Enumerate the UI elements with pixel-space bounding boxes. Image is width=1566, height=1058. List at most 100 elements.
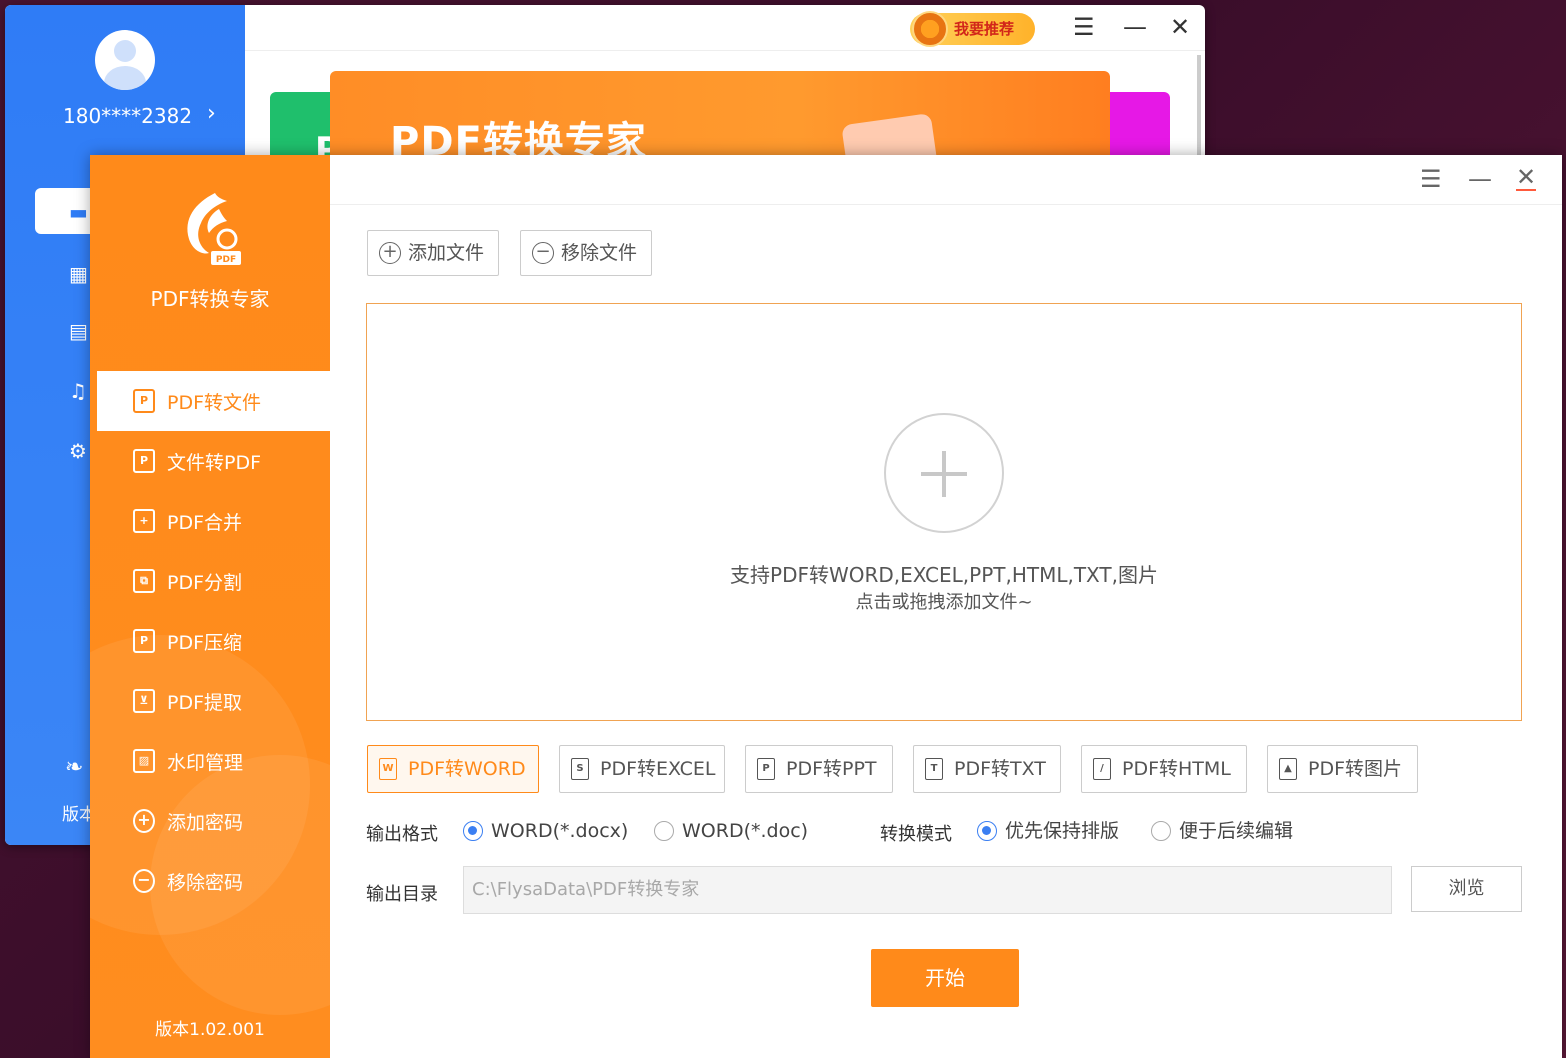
radio-dot (463, 821, 483, 841)
app-logo-icon: PDF (187, 193, 241, 265)
title-bar (330, 155, 1562, 205)
sidebar-item-label: PDF转文件 (167, 392, 262, 414)
back-menu-icon[interactable]: ☰ (1073, 13, 1095, 41)
split-icon: ⧉ (133, 569, 155, 593)
output-dir-field[interactable]: C:\FlysaData\PDF转换专家 (463, 866, 1392, 914)
remove-file-label: 移除文件 (561, 242, 638, 264)
radio-easy-edit[interactable]: 便于后续编辑 (1151, 819, 1293, 843)
sidebar-item-label: PDF提取 (167, 692, 243, 714)
txt-icon: T (925, 758, 943, 780)
recommend-label: 我要推荐 (954, 20, 1015, 38)
sidebar-item-file-to-pdf[interactable]: P 文件转PDF (97, 431, 330, 491)
plus-circle-icon: + (379, 242, 401, 264)
account-phone[interactable]: 180****2382 (63, 104, 192, 128)
browse-button[interactable]: 浏览 (1411, 866, 1522, 912)
word-icon: W (379, 758, 397, 780)
sidebar-item-label: 添加密码 (167, 812, 244, 834)
radio-label: WORD(*.docx) (491, 820, 629, 842)
file-drop-zone[interactable]: 支持PDF转WORD,EXCEL,PPT,HTML,TXT,图片 点击或拖拽添加… (366, 303, 1522, 721)
compress-icon: P (133, 629, 155, 653)
sidebar-item-remove-password[interactable]: − 移除密码 (97, 851, 330, 911)
merge-icon: + (133, 509, 155, 533)
back-scrollbar[interactable] (1197, 55, 1201, 155)
output-format-label: 输出格式 (366, 824, 438, 845)
sidebar-item-pdf-compress[interactable]: P PDF压缩 (97, 611, 330, 671)
radio-keep-layout[interactable]: 优先保持排版 (977, 819, 1119, 843)
toolbox-icon[interactable]: ▬ (69, 200, 88, 224)
tab-pdf-to-image[interactable]: ▲ PDF转图片 (1267, 745, 1418, 793)
sidebar-item-label: 水印管理 (167, 752, 244, 774)
tab-label: PDF转EXCEL (600, 758, 716, 780)
radio-dot (1151, 821, 1171, 841)
radio-docx[interactable]: WORD(*.docx) (463, 819, 628, 843)
start-button[interactable]: 开始 (871, 949, 1019, 1007)
sidebar-item-label: 文件转PDF (167, 452, 262, 474)
sidebar-item-watermark[interactable]: ▨ 水印管理 (97, 731, 330, 791)
pdf-file-icon: P (133, 389, 155, 413)
sidebar-item-label: 移除密码 (167, 872, 244, 894)
gear-icon[interactable]: ⚙ (69, 439, 87, 463)
sidebar-item-label: PDF分割 (167, 572, 243, 594)
grid-icon[interactable]: ▦ (69, 262, 88, 286)
layout-icon[interactable]: ▤ (69, 319, 88, 343)
version-label: 版本1.02.001 (155, 1020, 265, 1040)
medal-icon (912, 11, 948, 47)
tab-label: PDF转PPT (786, 758, 877, 780)
drop-hint-action: 点击或拖拽添加文件~ (855, 592, 1033, 613)
tab-label: PDF转图片 (1308, 758, 1403, 780)
recommend-button[interactable]: 我要推荐 (910, 11, 1035, 47)
tab-pdf-to-ppt[interactable]: P PDF转PPT (745, 745, 893, 793)
sidebar-item-label: PDF压缩 (167, 632, 243, 654)
sidebar-item-pdf-merge[interactable]: + PDF合并 (97, 491, 330, 551)
pdf-converter-window: PDF PDF转换专家 P PDF转文件 P 文件转PDF + PDF合并 ⧉ … (90, 155, 1562, 1058)
minus-circle-icon: − (532, 242, 554, 264)
html-icon: / (1093, 758, 1111, 780)
extract-icon: ⊻ (133, 689, 155, 713)
radio-label: 优先保持排版 (1005, 820, 1120, 842)
sidebar: PDF PDF转换专家 P PDF转文件 P 文件转PDF + PDF合并 ⧉ … (90, 155, 330, 1058)
drop-hint-formats: 支持PDF转WORD,EXCEL,PPT,HTML,TXT,图片 (730, 563, 1158, 587)
ppt-icon: P (757, 758, 775, 780)
tab-pdf-to-html[interactable]: / PDF转HTML (1081, 745, 1247, 793)
remove-password-icon: − (133, 869, 155, 893)
bell-icon[interactable]: ♫ (69, 379, 87, 403)
tab-pdf-to-excel[interactable]: S PDF转EXCEL (559, 745, 725, 793)
tab-label: PDF转TXT (954, 758, 1046, 780)
back-topbar (245, 5, 1205, 51)
svg-text:PDF: PDF (216, 255, 236, 265)
radio-label: WORD(*.doc) (682, 820, 809, 842)
excel-icon: S (571, 758, 589, 780)
close-icon[interactable]: ✕ (1516, 165, 1537, 191)
add-file-button[interactable]: + 添加文件 (367, 230, 499, 276)
file-to-pdf-icon: P (133, 449, 155, 473)
watermark-icon: ▨ (133, 749, 155, 773)
tab-label: PDF转HTML (1122, 758, 1231, 780)
sidebar-item-pdf-split[interactable]: ⧉ PDF分割 (97, 551, 330, 611)
image-icon: ▲ (1279, 758, 1297, 780)
back-minimize-icon[interactable]: — (1123, 13, 1147, 41)
add-file-label: 添加文件 (408, 242, 485, 264)
avatar[interactable] (95, 30, 155, 90)
convert-mode-label: 转换模式 (880, 824, 952, 845)
remove-file-button[interactable]: − 移除文件 (520, 230, 652, 276)
sidebar-item-label: PDF合并 (167, 512, 243, 534)
menu-icon[interactable]: ☰ (1420, 165, 1442, 193)
sidebar-item-pdf-to-file[interactable]: P PDF转文件 (97, 371, 330, 431)
add-circle-icon[interactable] (884, 413, 1004, 533)
chevron-right-icon[interactable]: › (207, 101, 216, 126)
app-name: PDF转换专家 (150, 287, 270, 311)
radio-dot (654, 821, 674, 841)
radio-label: 便于后续编辑 (1179, 820, 1294, 842)
add-password-icon: + (133, 809, 155, 833)
minimize-icon[interactable]: — (1468, 165, 1492, 193)
tab-pdf-to-txt[interactable]: T PDF转TXT (913, 745, 1061, 793)
radio-dot (977, 821, 997, 841)
tab-pdf-to-word[interactable]: W PDF转WORD (367, 745, 539, 793)
sidebar-item-pdf-extract[interactable]: ⊻ PDF提取 (97, 671, 330, 731)
output-dir-label: 输出目录 (366, 884, 438, 905)
back-logo-icon: ❧ (65, 755, 84, 780)
sidebar-item-add-password[interactable]: + 添加密码 (97, 791, 330, 851)
tab-label: PDF转WORD (408, 758, 526, 780)
back-close-icon[interactable]: ✕ (1170, 13, 1190, 41)
radio-doc[interactable]: WORD(*.doc) (654, 819, 808, 843)
